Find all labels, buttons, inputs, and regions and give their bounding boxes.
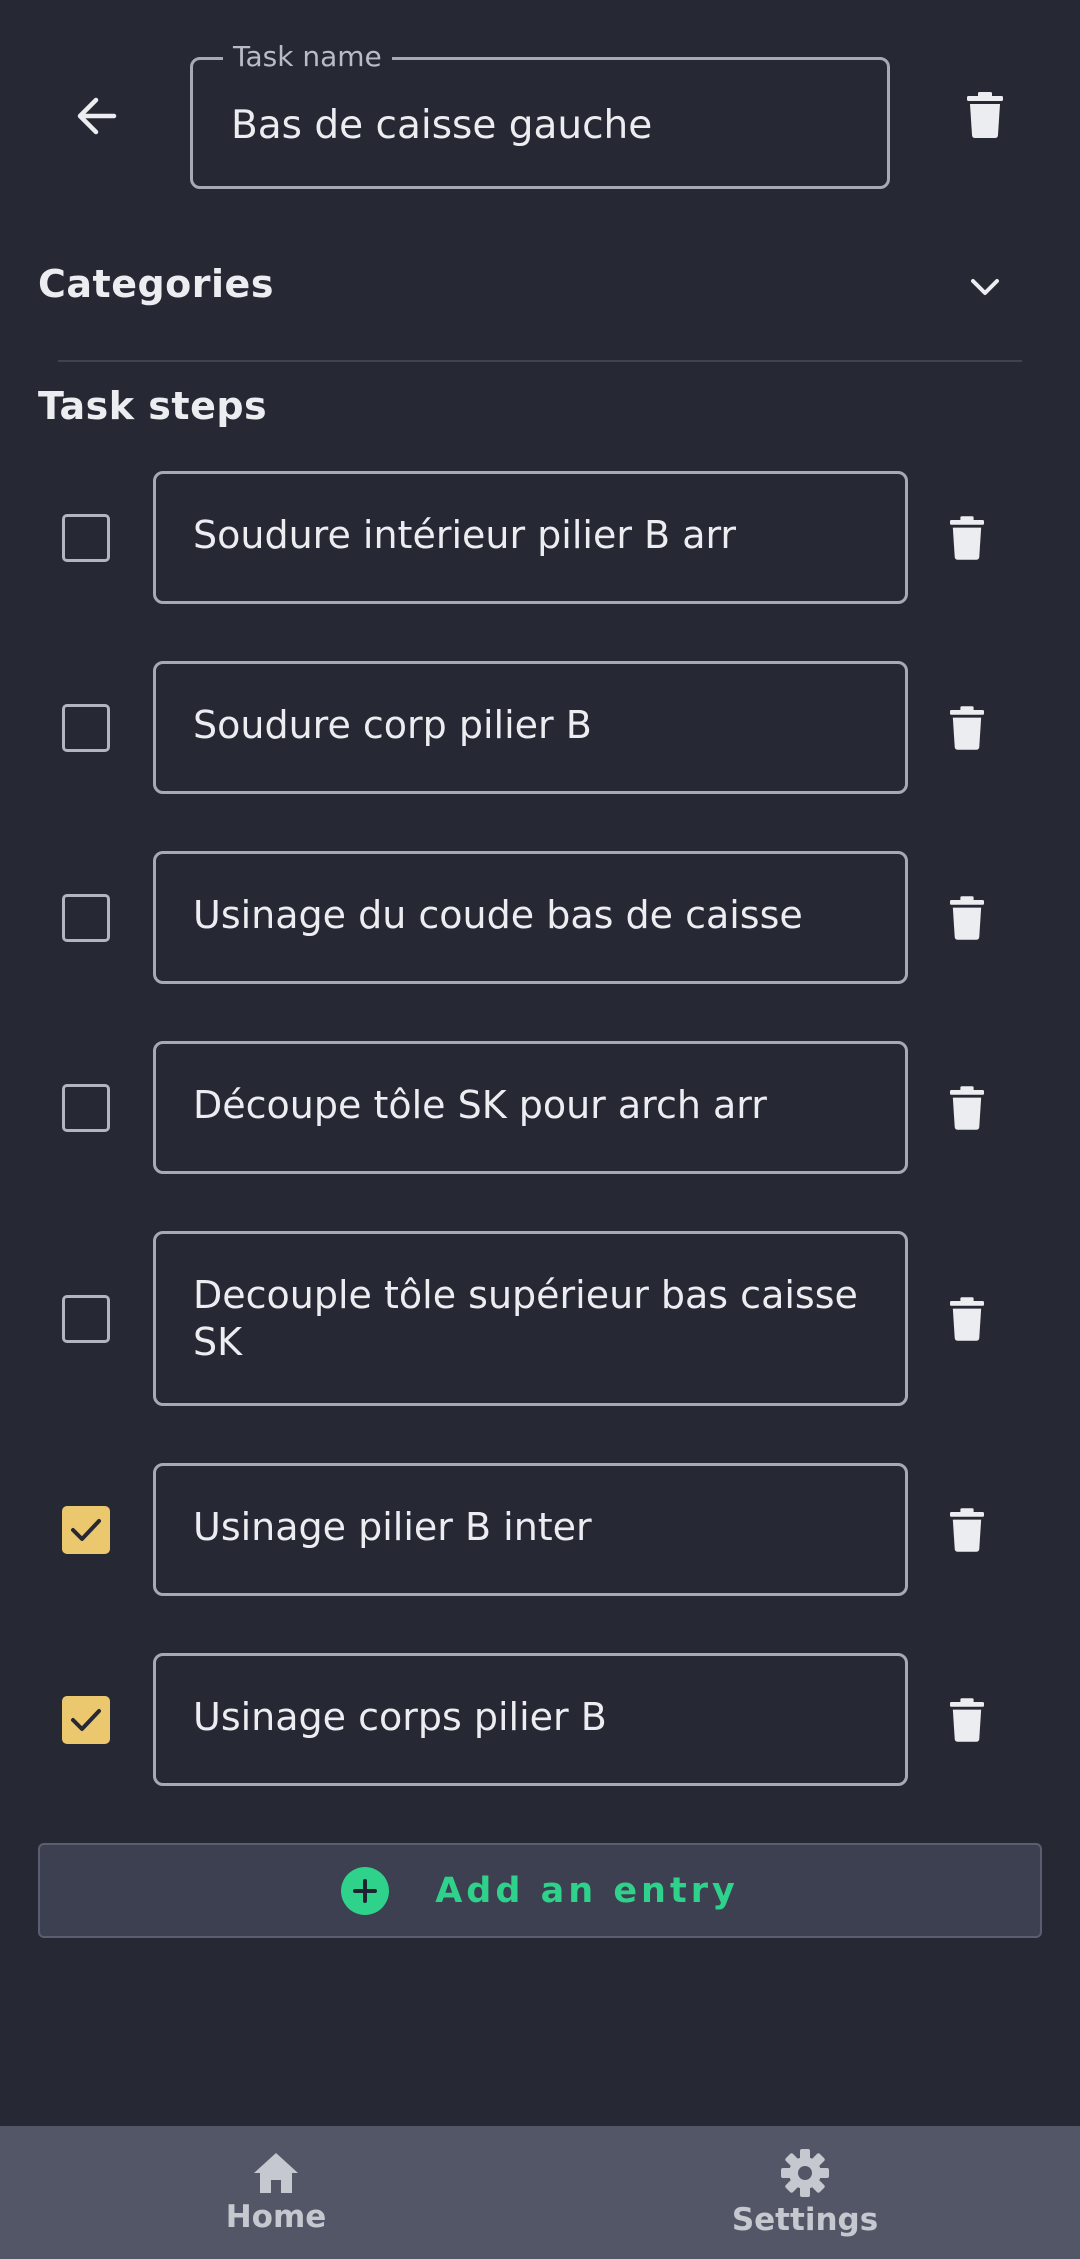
delete-step-button[interactable] xyxy=(940,508,994,568)
delete-step-button[interactable] xyxy=(940,888,994,948)
delete-step-button[interactable] xyxy=(940,1078,994,1138)
task-step-input[interactable]: Usinage pilier B inter xyxy=(153,1463,908,1596)
categories-title[interactable]: Categories xyxy=(38,262,274,306)
delete-step-button[interactable] xyxy=(940,1500,994,1560)
task-step-row: Usinage pilier B inter xyxy=(0,1463,1080,1596)
task-name-label: Task name xyxy=(223,39,392,75)
plus-circle-icon xyxy=(341,1866,390,1915)
task-name-field[interactable]: Task name Bas de caisse gauche xyxy=(190,39,890,189)
task-step-input[interactable]: Usinage du coude bas de caisse xyxy=(153,851,908,984)
task-step-row: Usinage corps pilier B xyxy=(0,1653,1080,1786)
task-step-input[interactable]: Decouple tôle supérieur bas caisse SK xyxy=(153,1231,908,1406)
task-step-input[interactable]: Découpe tôle SK pour arch arr xyxy=(153,1041,908,1174)
task-step-checkbox[interactable] xyxy=(62,1695,110,1744)
task-steps-title: Task steps xyxy=(38,384,268,428)
trash-icon xyxy=(950,1507,984,1552)
task-step-row: Découpe tôle SK pour arch arr xyxy=(0,1041,1080,1174)
categories-toggle[interactable] xyxy=(960,262,1010,312)
task-step-input[interactable]: Usinage corps pilier B xyxy=(153,1653,908,1786)
delete-step-button[interactable] xyxy=(940,1690,994,1750)
trash-icon xyxy=(950,1085,984,1130)
trash-icon xyxy=(950,1697,984,1742)
add-entry-label: Add an entry xyxy=(435,1870,739,1911)
task-step-checkbox[interactable] xyxy=(62,1294,110,1343)
divider xyxy=(58,360,1022,362)
gear-icon xyxy=(781,2148,829,2197)
task-step-input[interactable]: Soudure intérieur pilier B arr xyxy=(153,471,908,604)
bottom-navigation: Home Settings xyxy=(0,2126,1080,2259)
back-button[interactable] xyxy=(56,76,136,156)
add-entry-button[interactable]: Add an entry xyxy=(38,1843,1042,1938)
task-step-checkbox[interactable] xyxy=(62,703,110,752)
task-step-checkbox[interactable] xyxy=(62,1083,110,1132)
trash-icon xyxy=(950,515,984,560)
task-step-row: Decouple tôle supérieur bas caisse SK xyxy=(0,1231,1080,1406)
nav-home-label: Home xyxy=(225,2198,327,2235)
delete-task-button[interactable] xyxy=(950,80,1020,150)
home-icon xyxy=(254,2152,298,2193)
task-step-checkbox[interactable] xyxy=(62,893,110,942)
nav-settings-label: Settings xyxy=(731,2201,879,2238)
chevron-down-icon xyxy=(971,279,999,295)
task-step-checkbox[interactable] xyxy=(62,513,110,562)
task-step-checkbox[interactable] xyxy=(62,1505,110,1554)
trash-icon xyxy=(967,92,1003,138)
trash-icon xyxy=(950,895,984,940)
delete-step-button[interactable] xyxy=(940,698,994,758)
task-edit-screen: Task name Bas de caisse gauche Categorie… xyxy=(0,0,1080,2259)
delete-step-button[interactable] xyxy=(940,1289,994,1349)
task-step-row: Soudure intérieur pilier B arr xyxy=(0,471,1080,604)
task-step-input[interactable]: Soudure corp pilier B xyxy=(153,661,908,794)
trash-icon xyxy=(950,705,984,750)
nav-home[interactable]: Home xyxy=(126,2126,426,2259)
arrow-left-icon xyxy=(77,97,117,135)
task-name-input[interactable]: Bas de caisse gauche xyxy=(231,103,652,148)
trash-icon xyxy=(950,1296,984,1341)
nav-settings[interactable]: Settings xyxy=(655,2126,955,2259)
task-step-row: Usinage du coude bas de caisse xyxy=(0,851,1080,984)
task-step-row: Soudure corp pilier B xyxy=(0,661,1080,794)
check-icon xyxy=(71,1518,101,1541)
check-icon xyxy=(71,1708,101,1731)
